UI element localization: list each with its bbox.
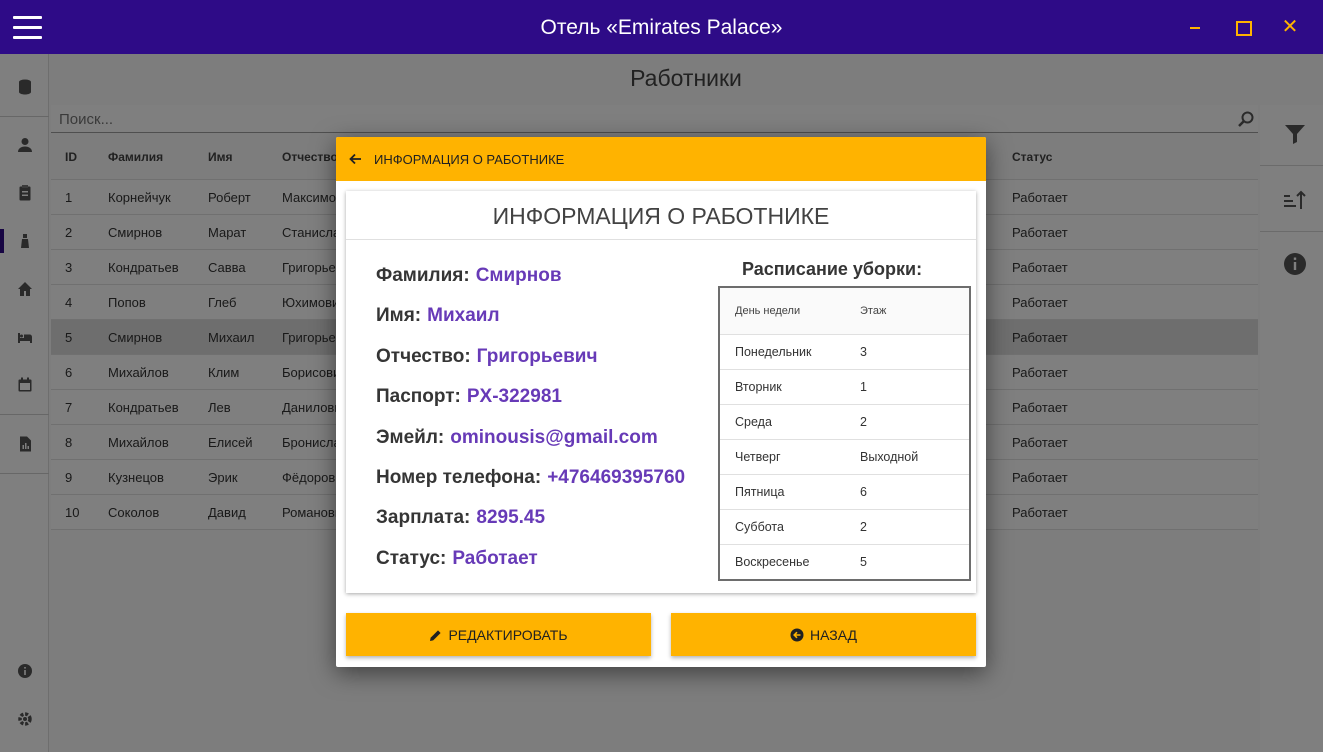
field-value: Работает: [452, 548, 538, 569]
minimize-button[interactable]: [1186, 18, 1204, 36]
schedule-floor: 6: [860, 485, 867, 499]
field-value: 8295.45: [476, 507, 546, 528]
schedule-row: Четверг Выходной: [720, 440, 969, 475]
schedule-day: Среда: [735, 415, 772, 429]
schedule-day: Пятница: [735, 485, 785, 499]
back-button-content: НАЗАД: [790, 627, 857, 643]
edit-button-content: РЕДАКТИРОВАТЬ: [429, 627, 568, 643]
cleaning-schedule-table: День недели Этаж Понедельник 3 Вторник 1 С…: [718, 286, 971, 581]
schedule-day: Суббота: [735, 520, 784, 534]
schedule-header-day: День недели: [735, 305, 801, 317]
schedule-day: Четверг: [735, 450, 781, 464]
field-first-name: Имя: Михаил: [376, 305, 500, 327]
field-label: Фамилия:: [376, 265, 470, 286]
field-value: Григорьевич: [476, 346, 598, 367]
field-phone: Номер телефона: +476469395760: [376, 467, 685, 489]
field-label: Зарплата:: [376, 507, 471, 528]
close-button[interactable]: ✕: [1281, 17, 1299, 37]
schedule-floor: 2: [860, 520, 867, 534]
schedule-floor: Выходной: [860, 450, 919, 464]
arrow-left-icon[interactable]: [348, 152, 362, 166]
edit-button[interactable]: РЕДАКТИРОВАТЬ: [346, 613, 651, 656]
schedule-day: Воскресенье: [735, 555, 810, 569]
field-last-name: Фамилия: Смирнов: [376, 265, 562, 287]
schedule-row: Суббота 2: [720, 510, 969, 545]
field-value: +476469395760: [547, 467, 686, 488]
field-value: PX-322981: [466, 386, 562, 407]
schedule-row: Среда 2: [720, 405, 969, 440]
back-button-label: НАЗАД: [809, 627, 858, 643]
field-label: Статус:: [376, 548, 447, 569]
field-value: ominousis@gmail.com: [450, 427, 658, 448]
schedule-row: Воскресенье 5: [720, 545, 969, 580]
schedule-floor: 5: [860, 555, 867, 569]
title-bar: Отель «Emirates Palace» ✕: [0, 0, 1323, 54]
field-status: Статус: Работает: [376, 548, 538, 570]
field-salary: Зарплата: 8295.45: [376, 507, 545, 529]
field-label: Имя:: [376, 305, 422, 326]
field-label: Номер телефона:: [376, 467, 542, 488]
pencil-icon: [430, 630, 442, 641]
schedule-day: Вторник: [735, 380, 782, 394]
schedule-row: Вторник 1: [720, 370, 969, 405]
schedule-floor: 3: [860, 345, 867, 359]
arrow-left-circle-icon: [790, 628, 804, 642]
field-value: Михаил: [427, 305, 500, 326]
dialog-header: ИНФОРМАЦИЯ О РАБОТНИКЕ: [336, 137, 986, 181]
employee-card: ИНФОРМАЦИЯ О РАБОТНИКЕ Фамилия: Смирнов И…: [346, 191, 976, 593]
schedule-floor: 1: [860, 380, 867, 394]
edit-button-label: РЕДАКТИРОВАТЬ: [448, 627, 568, 643]
field-passport: Паспорт: PX-322981: [376, 386, 562, 408]
employee-info-dialog: ИНФОРМАЦИЯ О РАБОТНИКЕ ИНФОРМАЦИЯ О РАБО…: [336, 137, 986, 667]
schedule-row: Понедельник 3: [720, 335, 969, 370]
schedule-day: Понедельник: [735, 345, 812, 359]
window-title: Отель «Emirates Palace»: [540, 16, 783, 39]
dialog-header-title: ИНФОРМАЦИЯ О РАБОТНИКЕ: [374, 152, 565, 167]
field-patronymic: Отчество: Григорьевич: [376, 346, 598, 368]
schedule-header-floor: Этаж: [860, 305, 887, 317]
field-label: Отчество:: [376, 346, 471, 367]
field-value: Смирнов: [475, 265, 562, 286]
field-email: Эмейл: ominousis@gmail.com: [376, 427, 658, 449]
schedule-header: День недели Этаж: [720, 288, 969, 335]
schedule-floor: 2: [860, 415, 867, 429]
schedule-row: Пятница 6: [720, 475, 969, 510]
maximize-button[interactable]: [1233, 18, 1252, 36]
schedule-title: Расписание уборки:: [742, 259, 923, 279]
back-button[interactable]: НАЗАД: [671, 613, 976, 656]
field-label: Паспорт:: [376, 386, 461, 407]
card-title: ИНФОРМАЦИЯ О РАБОТНИКЕ: [346, 191, 976, 240]
field-label: Эмейл:: [376, 427, 445, 448]
